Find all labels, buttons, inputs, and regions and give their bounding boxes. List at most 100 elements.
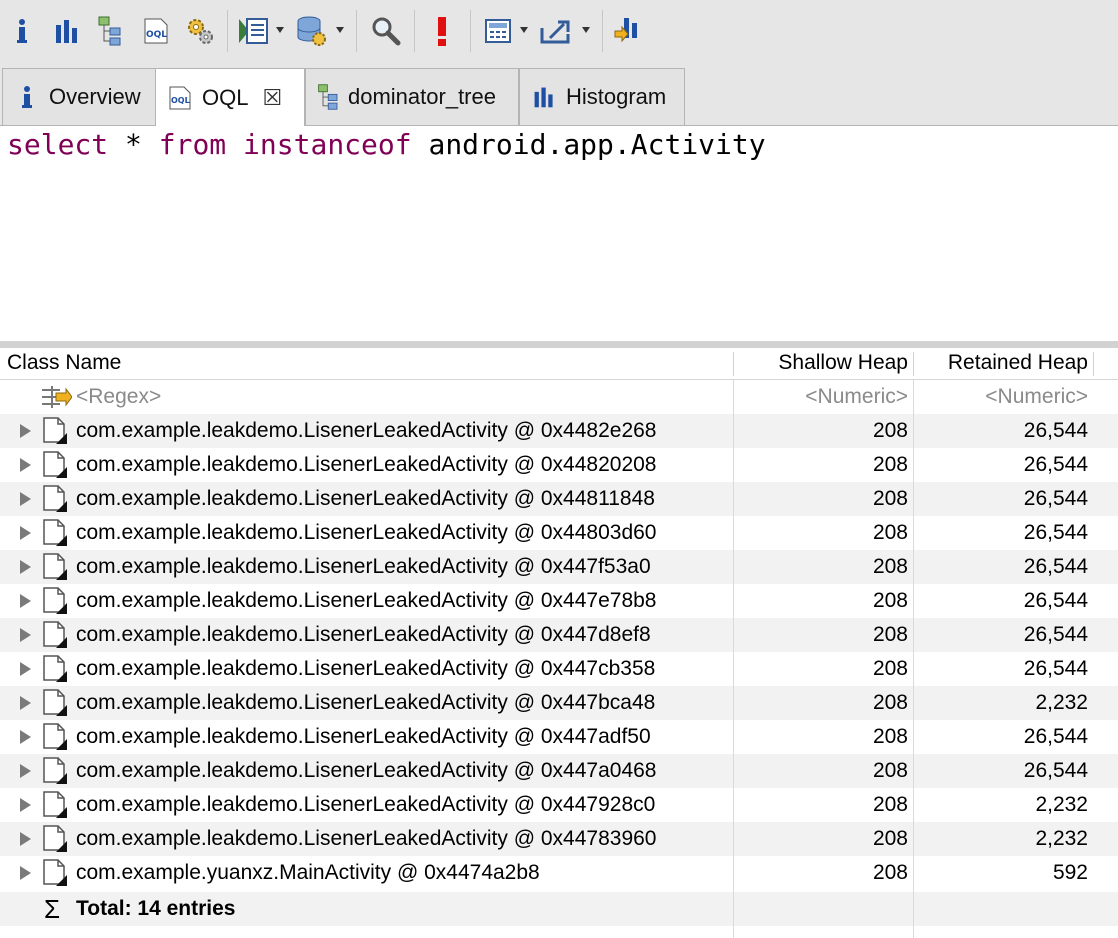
- expand-row-icon[interactable]: [20, 526, 31, 540]
- table-row[interactable]: com.example.leakdemo.LisenerLeakedActivi…: [0, 822, 1118, 856]
- object-instance-icon: [43, 485, 67, 512]
- query-browser-dropdown-arrow[interactable]: [336, 27, 344, 33]
- histogram-icon: [56, 20, 77, 43]
- expand-row-icon[interactable]: [20, 594, 31, 608]
- close-tab-icon[interactable]: ☒: [262, 85, 282, 111]
- table-row[interactable]: com.example.leakdemo.LisenerLeakedActivi…: [0, 652, 1118, 686]
- table-row[interactable]: com.example.leakdemo.LisenerLeakedActivi…: [0, 550, 1118, 584]
- column-header-retained-heap[interactable]: Retained Heap: [918, 348, 1088, 380]
- retained-heap-cell: 26,544: [1023, 555, 1088, 578]
- object-instance-icon: [43, 587, 67, 614]
- results-table: Class Name Shallow Heap Retained Heap <R…: [0, 348, 1118, 938]
- query-text: *: [108, 128, 159, 161]
- expand-row-icon[interactable]: [20, 696, 31, 710]
- retained-heap-filter-input[interactable]: <Numeric>: [918, 380, 1088, 414]
- expand-row-icon[interactable]: [20, 492, 31, 506]
- export-dropdown-arrow[interactable]: [582, 27, 590, 33]
- table-row[interactable]: com.example.leakdemo.LisenerLeakedActivi…: [0, 584, 1118, 618]
- expand-row-icon[interactable]: [20, 866, 31, 880]
- expand-row-icon[interactable]: [20, 798, 31, 812]
- toolbar: OQL: [0, 0, 1118, 64]
- report-button[interactable]: [236, 12, 272, 50]
- class-name-cell: com.example.leakdemo.LisenerLeakedActivi…: [76, 419, 657, 442]
- expand-row-icon[interactable]: [20, 662, 31, 676]
- calculate-button[interactable]: [480, 12, 516, 50]
- retained-heap-cell: 26,544: [1023, 419, 1088, 442]
- shallow-heap-cell: 208: [872, 623, 908, 646]
- retained-heap-cell: 26,544: [1023, 759, 1088, 782]
- tab-dominator-tree[interactable]: dominator_tree: [305, 68, 519, 125]
- column-header-shallow-heap[interactable]: Shallow Heap: [740, 348, 908, 380]
- shallow-heap-filter-input[interactable]: <Numeric>: [740, 380, 908, 414]
- search-icon: [372, 17, 401, 46]
- expand-row-icon[interactable]: [20, 730, 31, 744]
- tab-label: OQL: [202, 84, 249, 110]
- retained-heap-cell: 2,232: [1035, 691, 1088, 714]
- table-row[interactable]: com.example.leakdemo.LisenerLeakedActivi…: [0, 516, 1118, 550]
- heap-dump-button[interactable]: [610, 12, 646, 50]
- shallow-heap-cell: 208: [872, 725, 908, 748]
- shallow-heap-cell: 208: [872, 555, 908, 578]
- tab-overview[interactable]: Overview: [2, 68, 156, 125]
- shallow-heap-cell: 208: [872, 827, 908, 850]
- table-header: Class Name Shallow Heap Retained Heap: [0, 348, 1118, 380]
- report-dropdown-arrow[interactable]: [276, 27, 284, 33]
- expand-row-icon[interactable]: [20, 424, 31, 438]
- retained-heap-cell: 26,544: [1023, 453, 1088, 476]
- class-name-filter-input[interactable]: <Regex>: [76, 380, 161, 414]
- table-row[interactable]: com.example.leakdemo.LisenerLeakedActivi…: [0, 448, 1118, 482]
- histogram-button[interactable]: [50, 12, 84, 50]
- filter-icon: [42, 386, 72, 408]
- table-row[interactable]: com.example.leakdemo.LisenerLeakedActivi…: [0, 482, 1118, 516]
- oql-query-editor[interactable]: select * from instanceof android.app.Act…: [0, 126, 1118, 341]
- dominator-tree-button[interactable]: [94, 12, 130, 50]
- info-button[interactable]: [8, 12, 36, 50]
- expand-row-icon[interactable]: [20, 832, 31, 846]
- export-button[interactable]: [538, 12, 578, 50]
- search-button[interactable]: [366, 12, 406, 50]
- svg-text:OQL: OQL: [171, 96, 190, 105]
- shallow-heap-cell: 208: [872, 521, 908, 544]
- table-row[interactable]: com.example.leakdemo.LisenerLeakedActivi…: [0, 686, 1118, 720]
- table-row[interactable]: com.example.leakdemo.LisenerLeakedActivi…: [0, 788, 1118, 822]
- shallow-heap-cell: 208: [872, 793, 908, 816]
- tab-label: Overview: [49, 84, 141, 109]
- class-name-cell: com.example.leakdemo.LisenerLeakedActivi…: [76, 759, 657, 782]
- export-icon: [540, 20, 570, 44]
- table-row[interactable]: com.example.yuanxz.MainActivity @ 0x4474…: [0, 856, 1118, 890]
- oql-button[interactable]: OQL: [138, 12, 174, 50]
- expand-row-icon[interactable]: [20, 628, 31, 642]
- calculate-dropdown-arrow[interactable]: [520, 27, 528, 33]
- class-name-cell: com.example.leakdemo.LisenerLeakedActivi…: [76, 521, 657, 544]
- oql-icon: OQL: [166, 84, 194, 112]
- database-query-icon: [297, 16, 326, 46]
- query-browser-button[interactable]: [294, 12, 330, 50]
- run-query-button[interactable]: [182, 12, 218, 50]
- tab-histogram[interactable]: Histogram: [519, 68, 685, 125]
- expand-row-icon[interactable]: [20, 458, 31, 472]
- pane-splitter[interactable]: [0, 341, 1118, 348]
- retained-heap-cell: 592: [1052, 861, 1088, 884]
- expand-row-icon[interactable]: [20, 560, 31, 574]
- table-row[interactable]: com.example.leakdemo.LisenerLeakedActivi…: [0, 754, 1118, 788]
- column-header-class-name[interactable]: Class Name: [7, 348, 121, 380]
- object-instance-icon: [43, 451, 67, 478]
- tab-label: dominator_tree: [348, 84, 496, 109]
- leak-suspects-button[interactable]: [424, 12, 460, 50]
- retained-heap-cell: 26,544: [1023, 521, 1088, 544]
- object-instance-icon: [43, 825, 67, 852]
- sigma-icon: Σ: [44, 894, 61, 924]
- editor-tabs: Overview OQL OQL ☒ dominator_tree Histog…: [0, 64, 1118, 126]
- heap-dump-icon: [614, 18, 637, 43]
- table-row[interactable]: com.example.leakdemo.LisenerLeakedActivi…: [0, 414, 1118, 448]
- object-instance-icon: [43, 689, 67, 716]
- table-row[interactable]: com.example.leakdemo.LisenerLeakedActivi…: [0, 618, 1118, 652]
- expand-row-icon[interactable]: [20, 764, 31, 778]
- shallow-heap-cell: 208: [872, 861, 908, 884]
- table-row[interactable]: com.example.leakdemo.LisenerLeakedActivi…: [0, 720, 1118, 754]
- class-name-cell: com.example.leakdemo.LisenerLeakedActivi…: [76, 487, 655, 510]
- total-row: Σ Total: 14 entries: [0, 892, 1118, 926]
- dominator-tree-icon: [98, 16, 121, 46]
- total-label: Total: 14 entries: [76, 897, 236, 920]
- tab-oql[interactable]: OQL OQL ☒: [155, 68, 305, 126]
